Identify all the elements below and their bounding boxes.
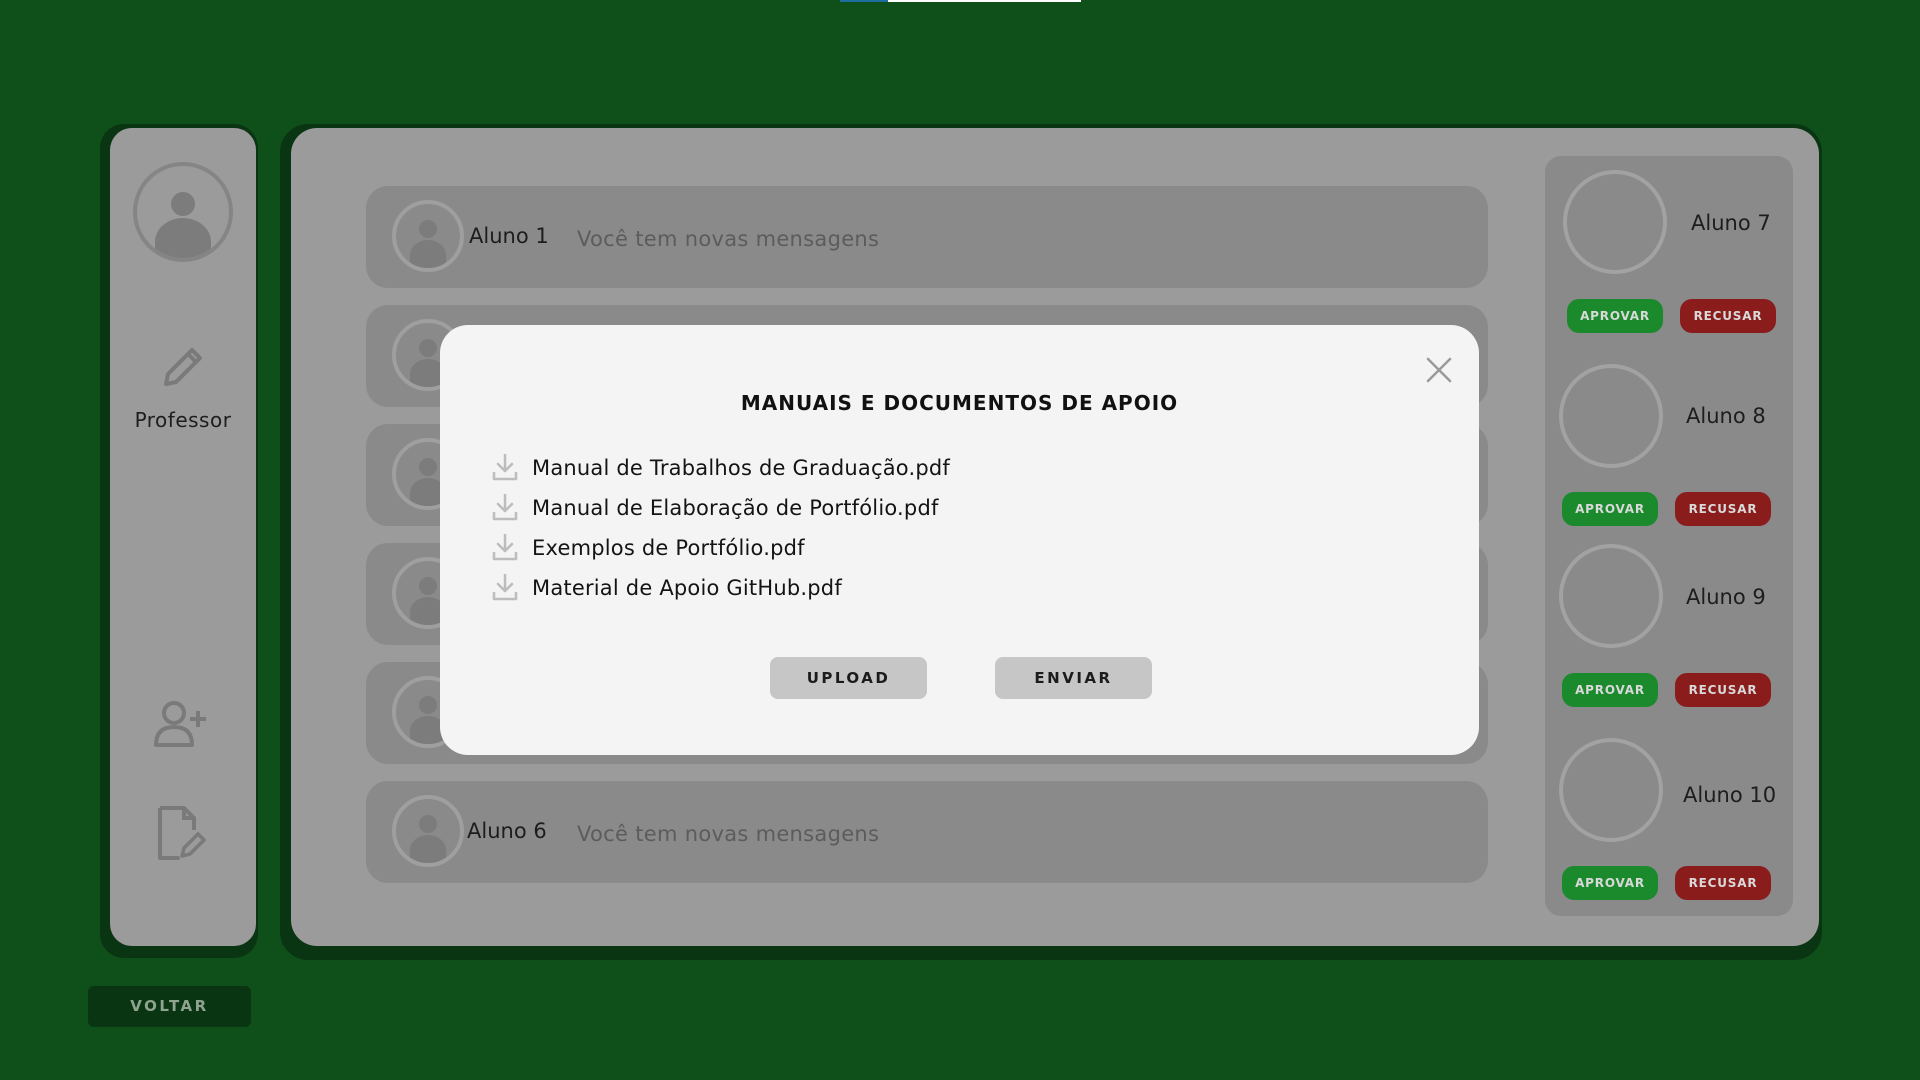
student-name: Aluno 10 bbox=[1683, 783, 1777, 807]
top-progress-segment bbox=[840, 0, 888, 2]
avatar-body bbox=[1563, 572, 1615, 616]
avatar-head bbox=[419, 458, 437, 476]
avatar-head bbox=[1563, 548, 1587, 572]
documents-modal: MANUAIS E DOCUMENTOS DE APOIO Manual de … bbox=[440, 325, 1479, 755]
student-name: Aluno 6 bbox=[467, 819, 547, 843]
reject-button[interactable]: RECUSAR bbox=[1675, 673, 1771, 707]
message-preview: Você tem novas mensagens bbox=[577, 822, 880, 846]
avatar-head bbox=[419, 696, 437, 714]
student-avatar bbox=[1563, 170, 1667, 274]
avatar-head bbox=[419, 577, 437, 595]
message-row[interactable]: Aluno 6 Você tem novas mensagens bbox=[366, 781, 1488, 883]
download-icon bbox=[492, 453, 518, 481]
top-progress-bar bbox=[840, 0, 1081, 2]
avatar-body bbox=[155, 218, 211, 258]
professor-name: Professor bbox=[134, 408, 232, 432]
student-name: Aluno 7 bbox=[1691, 211, 1771, 235]
message-row[interactable]: Aluno 1 Você tem novas mensagens bbox=[366, 186, 1488, 288]
approve-button[interactable]: APROVAR bbox=[1567, 299, 1663, 333]
avatar-body bbox=[410, 835, 446, 863]
avatar-body bbox=[1567, 198, 1619, 242]
edit-document-icon[interactable] bbox=[156, 804, 208, 862]
student-avatar bbox=[1559, 544, 1663, 648]
document-link[interactable]: Exemplos de Portfólio.pdf bbox=[532, 536, 805, 560]
student-name: Aluno 1 bbox=[469, 224, 549, 248]
avatar-head bbox=[1563, 742, 1587, 766]
send-button[interactable]: ENVIAR bbox=[995, 657, 1152, 699]
student-avatar bbox=[1559, 738, 1663, 842]
add-user-icon[interactable] bbox=[152, 699, 210, 749]
close-icon[interactable] bbox=[1422, 353, 1456, 387]
download-icon bbox=[492, 573, 518, 601]
approve-button[interactable]: APROVAR bbox=[1562, 673, 1658, 707]
reject-button[interactable]: RECUSAR bbox=[1680, 299, 1776, 333]
avatar-body bbox=[1563, 766, 1615, 810]
document-link[interactable]: Manual de Elaboração de Portfólio.pdf bbox=[532, 496, 939, 520]
student-name: Aluno 8 bbox=[1686, 404, 1766, 428]
sidebar: Professor bbox=[110, 128, 256, 946]
student-avatar bbox=[392, 795, 464, 867]
avatar-head bbox=[171, 192, 195, 216]
reject-button[interactable]: RECUSAR bbox=[1675, 492, 1771, 526]
back-button[interactable]: VOLTAR bbox=[88, 986, 251, 1027]
avatar-head bbox=[419, 815, 437, 833]
document-link[interactable]: Material de Apoio GitHub.pdf bbox=[532, 576, 842, 600]
pencil-icon[interactable] bbox=[158, 342, 208, 392]
student-avatar bbox=[1559, 364, 1663, 468]
student-requests-panel: Aluno 7 APROVAR RECUSAR Aluno 8 APROVAR … bbox=[1545, 156, 1793, 916]
download-icon bbox=[492, 533, 518, 561]
avatar-body bbox=[410, 240, 446, 268]
download-icon bbox=[492, 493, 518, 521]
avatar-head bbox=[1563, 368, 1587, 392]
professor-avatar[interactable] bbox=[133, 162, 233, 262]
approve-button[interactable]: APROVAR bbox=[1562, 492, 1658, 526]
approve-button[interactable]: APROVAR bbox=[1562, 866, 1658, 900]
modal-title: MANUAIS E DOCUMENTOS DE APOIO bbox=[740, 391, 1179, 415]
avatar-head bbox=[419, 339, 437, 357]
message-preview: Você tem novas mensagens bbox=[577, 227, 880, 251]
student-avatar bbox=[392, 200, 464, 272]
reject-button[interactable]: RECUSAR bbox=[1675, 866, 1771, 900]
avatar-head bbox=[419, 220, 437, 238]
document-link[interactable]: Manual de Trabalhos de Graduação.pdf bbox=[532, 456, 950, 480]
avatar-head bbox=[1567, 174, 1591, 198]
avatar-body bbox=[1563, 392, 1615, 436]
student-name: Aluno 9 bbox=[1686, 585, 1766, 609]
upload-button[interactable]: UPLOAD bbox=[770, 657, 927, 699]
